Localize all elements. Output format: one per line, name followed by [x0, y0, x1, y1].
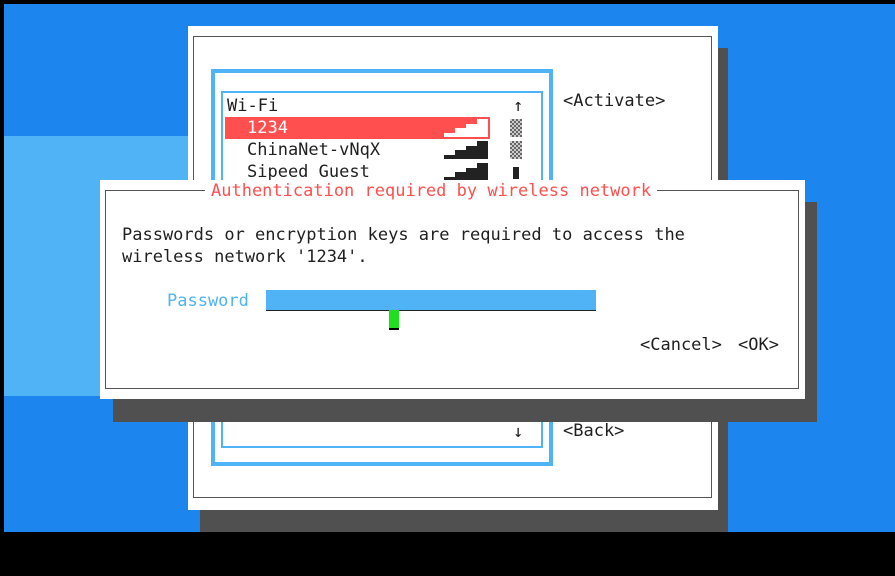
auth-dialog-title: Authentication required by wireless netw…: [205, 180, 658, 202]
open-network-icon: [513, 167, 519, 179]
scroll-down-arrow-icon[interactable]: ↓: [513, 421, 523, 443]
network-row-1234[interactable]: 1234: [225, 117, 490, 139]
auth-dialog: Authentication required by wireless netw…: [100, 180, 805, 399]
password-value: ********: [306, 310, 389, 330]
network-ssid: 1234: [247, 117, 288, 139]
ok-button[interactable]: <OK>: [738, 334, 779, 356]
scroll-up-arrow-icon[interactable]: ↑: [513, 95, 523, 117]
wifi-list-title: Wi-Fi: [227, 96, 279, 116]
activate-button[interactable]: <Activate>: [563, 91, 665, 111]
password-label: Password: [167, 291, 249, 311]
network-row-chinanet[interactable]: ChinaNet-vNqX: [225, 139, 490, 161]
signal-strength-icon: [444, 141, 488, 159]
signal-strength-icon: [444, 163, 488, 181]
signal-strength-icon: [444, 119, 488, 137]
password-field[interactable]: ********: [266, 290, 596, 330]
auth-message-line-1: Passwords or encryption keys are require…: [122, 225, 685, 245]
lock-icon: [510, 119, 522, 137]
back-button[interactable]: <Back>: [563, 421, 624, 441]
cancel-button[interactable]: <Cancel>: [640, 334, 722, 356]
lock-icon: [510, 141, 522, 159]
text-cursor: [388, 310, 399, 330]
network-ssid: ChinaNet-vNqX: [247, 140, 381, 160]
auth-message-line-2: wireless network '1234'.: [122, 247, 368, 267]
